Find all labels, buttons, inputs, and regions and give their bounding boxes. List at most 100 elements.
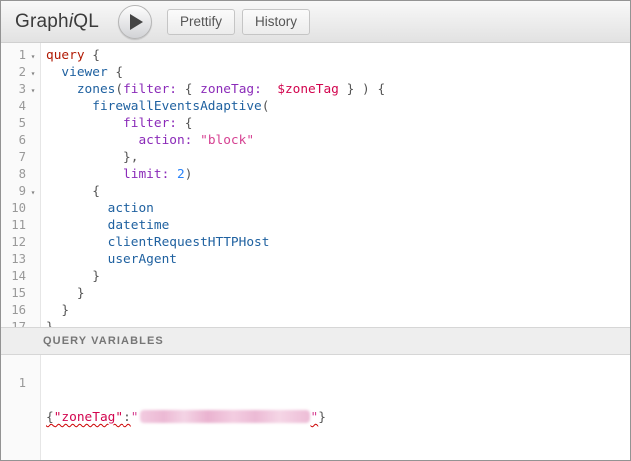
code-line: { bbox=[46, 183, 385, 200]
code-line: action bbox=[46, 200, 385, 217]
line-number: 3 bbox=[1, 81, 26, 98]
code-line: datetime bbox=[46, 217, 385, 234]
query-code-pane[interactable]: query { viewer { zones(filter: { zoneTag… bbox=[41, 43, 385, 327]
line-number: 14 bbox=[1, 268, 26, 285]
line-number: 7 bbox=[1, 149, 26, 166]
query-variables-title-bar[interactable]: Query Variables bbox=[1, 327, 630, 355]
code-token bbox=[46, 201, 108, 216]
code-token: }, bbox=[123, 150, 138, 165]
logo-text-prefix: Graph bbox=[15, 11, 69, 32]
prettify-button[interactable]: Prettify bbox=[167, 9, 235, 35]
code-token bbox=[46, 269, 92, 284]
code-line: } bbox=[46, 319, 385, 327]
code-line: clientRequestHTTPHost bbox=[46, 234, 385, 251]
code-token bbox=[177, 82, 185, 97]
code-token bbox=[46, 286, 77, 301]
variables-code-pane[interactable]: {"zoneTag":""} bbox=[41, 355, 326, 460]
variables-gutter: 1 bbox=[1, 355, 41, 460]
gutter-row: 5 bbox=[1, 115, 40, 132]
code-line: firewallEventsAdaptive( bbox=[46, 98, 385, 115]
code-token: ) bbox=[362, 82, 370, 97]
code-token: userAgent bbox=[108, 252, 177, 267]
fold-arrow-icon[interactable]: ▾ bbox=[31, 69, 36, 78]
code-token: : bbox=[123, 410, 131, 425]
gutter-row: 1 bbox=[1, 375, 40, 392]
code-token: ( bbox=[262, 99, 270, 114]
fold-arrow-icon[interactable]: ▾ bbox=[31, 86, 36, 95]
code-token: ) bbox=[185, 167, 193, 182]
line-number: 9 bbox=[1, 183, 26, 200]
query-editor[interactable]: 1▾2▾3▾456789▾1011121314151617 query { vi… bbox=[1, 43, 630, 327]
history-button[interactable]: History bbox=[242, 9, 310, 35]
line-number: 2 bbox=[1, 64, 26, 81]
code-token bbox=[46, 65, 61, 80]
code-token bbox=[46, 133, 138, 148]
code-token: { bbox=[185, 116, 193, 131]
play-icon bbox=[130, 14, 143, 30]
gutter-row: 2▾ bbox=[1, 64, 40, 81]
code-token: { bbox=[92, 184, 100, 199]
gutter-row: 7 bbox=[1, 149, 40, 166]
code-line: userAgent bbox=[46, 251, 385, 268]
line-number: 12 bbox=[1, 234, 26, 251]
code-token: " bbox=[131, 410, 139, 425]
gutter-row: 15 bbox=[1, 285, 40, 302]
code-token bbox=[192, 82, 200, 97]
code-token bbox=[46, 167, 123, 182]
gutter-row: 14 bbox=[1, 268, 40, 285]
line-number: 13 bbox=[1, 251, 26, 268]
line-number: 1 bbox=[1, 375, 26, 392]
code-line: zones(filter: { zoneTag: $zoneTag } ) { bbox=[46, 81, 385, 98]
code-token: limit: bbox=[123, 167, 169, 182]
code-token: } bbox=[77, 286, 85, 301]
gutter-row: 12 bbox=[1, 234, 40, 251]
code-line: }, bbox=[46, 149, 385, 166]
code-token: action: bbox=[138, 133, 192, 148]
code-token: { bbox=[46, 410, 54, 425]
query-variables-editor[interactable]: 1 {"zoneTag":""} bbox=[1, 355, 630, 460]
fold-arrow-icon[interactable]: ▾ bbox=[31, 52, 36, 61]
gutter-row: 1▾ bbox=[1, 47, 40, 64]
logo-text-suffix: QL bbox=[73, 11, 99, 32]
code-token bbox=[262, 82, 277, 97]
gutter-row: 9▾ bbox=[1, 183, 40, 200]
line-number-gutter: 1▾2▾3▾456789▾1011121314151617 bbox=[1, 43, 41, 327]
fold-arrow-icon[interactable]: ▾ bbox=[31, 188, 36, 197]
gutter-row: 6 bbox=[1, 132, 40, 149]
line-number: 17 bbox=[1, 319, 26, 327]
graphiql-window: GraphiQL Prettify History 1▾2▾3▾456789▾1… bbox=[0, 0, 631, 461]
line-number: 4 bbox=[1, 98, 26, 115]
code-token: $zoneTag bbox=[277, 82, 339, 97]
gutter-row: 17 bbox=[1, 319, 40, 327]
gutter-row: 4 bbox=[1, 98, 40, 115]
code-token: { bbox=[115, 65, 123, 80]
graphiql-logo: GraphiQL bbox=[15, 11, 99, 33]
code-token bbox=[46, 235, 108, 250]
code-token: filter: bbox=[123, 116, 177, 131]
code-line: } bbox=[46, 285, 385, 302]
code-token bbox=[192, 133, 200, 148]
line-number: 10 bbox=[1, 200, 26, 217]
code-token: { bbox=[377, 82, 385, 97]
code-line: viewer { bbox=[46, 64, 385, 81]
code-line: action: "block" bbox=[46, 132, 385, 149]
code-token: } bbox=[318, 410, 326, 425]
code-token bbox=[46, 82, 77, 97]
gutter-row: 13 bbox=[1, 251, 40, 268]
code-token bbox=[169, 167, 177, 182]
code-token bbox=[339, 82, 347, 97]
code-token: action bbox=[108, 201, 154, 216]
code-token bbox=[354, 82, 362, 97]
code-token: "zoneTag" bbox=[54, 410, 123, 425]
line-number: 16 bbox=[1, 302, 26, 319]
code-token: query bbox=[46, 48, 85, 63]
code-line: filter: { bbox=[46, 115, 385, 132]
code-token: filter: bbox=[123, 82, 177, 97]
code-token bbox=[46, 99, 92, 114]
code-token: clientRequestHTTPHost bbox=[108, 235, 270, 250]
code-token: firewallEventsAdaptive bbox=[92, 99, 262, 114]
code-token: viewer bbox=[61, 65, 107, 80]
code-token bbox=[177, 116, 185, 131]
execute-query-button[interactable] bbox=[118, 5, 152, 39]
code-token: } bbox=[61, 303, 69, 318]
